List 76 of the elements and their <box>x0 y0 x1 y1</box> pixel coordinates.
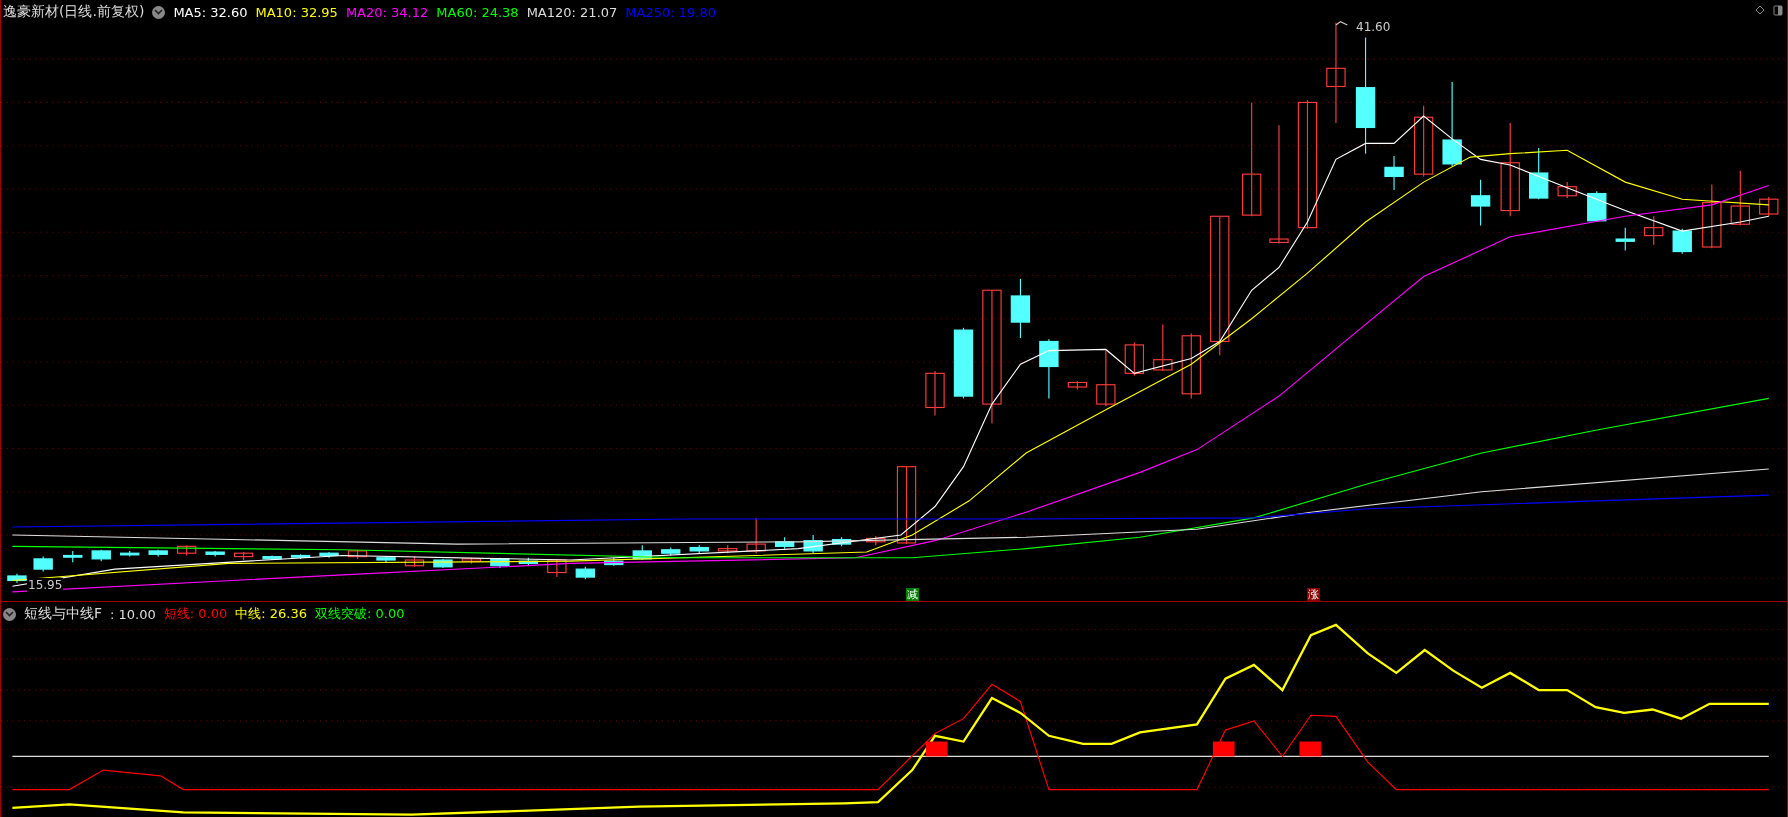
dropdown-icon[interactable] <box>3 607 16 621</box>
candlestick <box>1759 196 1779 217</box>
candlestick <box>831 536 852 547</box>
candlestick <box>661 546 681 557</box>
candlestick <box>233 551 254 561</box>
candlestick <box>1413 105 1434 177</box>
candlestick <box>518 557 539 567</box>
candlestick <box>1702 183 1722 249</box>
candlestick <box>1067 380 1088 390</box>
candlestick <box>803 534 823 554</box>
candlestick <box>575 566 595 580</box>
candlestick <box>718 544 738 554</box>
candlestick <box>953 327 974 399</box>
indicator-title: 短线与中线F <box>24 605 103 623</box>
candlestick <box>63 550 83 563</box>
ma-value: MA60: 24.38 <box>436 4 519 20</box>
candlestick <box>632 544 652 561</box>
candlestick <box>925 370 945 417</box>
breakout-bar <box>925 741 948 757</box>
candlestick <box>290 553 311 560</box>
candlestick <box>7 573 27 584</box>
candlestick <box>33 556 53 572</box>
low-price-label: 15.95 <box>27 578 64 592</box>
candlestick <box>205 550 225 558</box>
leader-line <box>1335 20 1348 26</box>
panel-icon[interactable] <box>1773 5 1783 16</box>
ma-value: MA5: 32.60 <box>173 4 248 20</box>
breakout-bar <box>1299 741 1322 757</box>
dropdown-icon[interactable] <box>152 5 166 19</box>
candlestick <box>1672 228 1692 255</box>
candlestick <box>120 550 140 558</box>
indicator-value: 短线: 0.00 <box>163 605 228 623</box>
candlestick <box>262 554 282 561</box>
ma-value: MA20: 34.12 <box>345 4 429 20</box>
candlestick <box>689 544 709 554</box>
candlestick <box>91 549 111 562</box>
candlestick <box>1470 179 1491 226</box>
candlestick <box>547 558 567 578</box>
breakout-bar <box>1212 741 1235 757</box>
candlestick <box>746 517 766 554</box>
ma-value: MA250: 19.80 <box>625 4 716 20</box>
candlestick <box>1010 278 1031 339</box>
candlestick <box>1181 332 1201 399</box>
candlestick <box>1557 181 1577 199</box>
candlestick <box>1644 215 1664 246</box>
candlestick <box>376 556 396 563</box>
diamond-icon[interactable] <box>1755 5 1765 15</box>
signal-marker: 减 <box>906 588 919 601</box>
candlestick <box>1529 147 1549 200</box>
candlestick <box>1587 190 1607 223</box>
ma-value: MA120: 21.07 <box>526 4 618 20</box>
candlestick <box>433 558 453 569</box>
indicator-param: : 10.00 <box>110 606 156 622</box>
candlestick <box>1153 323 1173 372</box>
indicator-value: 双线突破: 0.00 <box>315 605 405 623</box>
candlestick <box>1615 227 1635 251</box>
candlestick <box>319 551 339 559</box>
candlestick <box>866 535 886 546</box>
candlestick <box>774 536 795 550</box>
candlestick <box>1730 170 1750 226</box>
chart-title: 逸豪新材(日线.前复权) <box>3 3 145 21</box>
high-price-label: 41.60 <box>1355 20 1392 34</box>
candlestick <box>490 557 510 569</box>
candlestick <box>347 549 368 560</box>
indicator-value: 中线: 26.36 <box>235 605 307 623</box>
candlestick <box>604 557 624 567</box>
candlestick <box>1096 350 1116 407</box>
candlestick <box>1124 342 1144 377</box>
ma-value: MA10: 32.95 <box>255 4 338 20</box>
candlestick <box>177 544 197 557</box>
signal-marker: 涨 <box>1307 588 1320 601</box>
candlestick <box>1384 155 1404 191</box>
candlestick <box>404 556 425 568</box>
candlestick <box>1039 338 1059 399</box>
candlestick <box>461 557 482 564</box>
candlestick <box>148 549 168 558</box>
